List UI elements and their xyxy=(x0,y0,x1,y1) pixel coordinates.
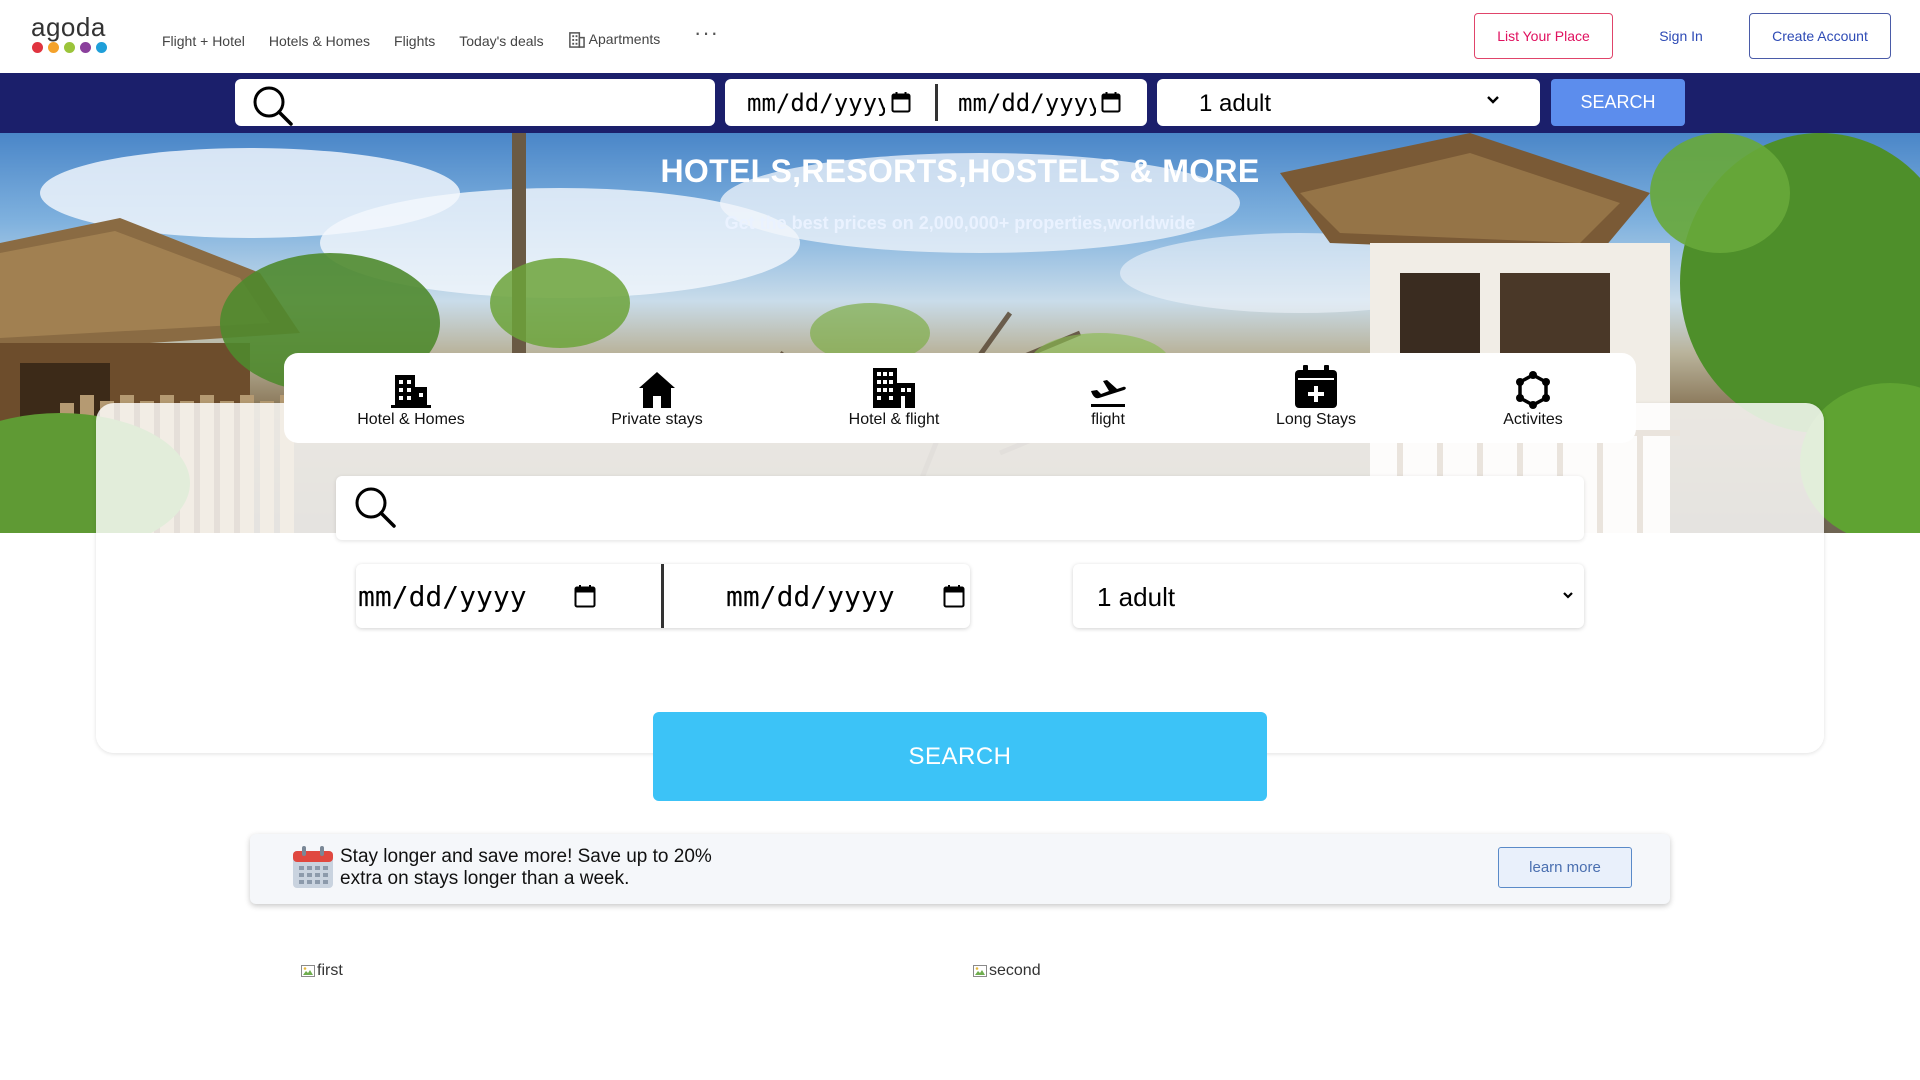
top-search-bar: mm/dd/yyyy mm/dd/yyyy 1 adult SEARCH xyxy=(0,73,1920,133)
chevron-down-icon xyxy=(1487,96,1499,104)
calendar-icon xyxy=(1101,92,1121,113)
nav-todays-deals[interactable]: Today's deals xyxy=(459,33,543,49)
search-icon xyxy=(355,487,396,528)
agoda-logo[interactable]: agoda xyxy=(31,14,111,58)
date-divider xyxy=(935,84,938,121)
tab-label: Long Stays xyxy=(1275,411,1357,428)
top-search-button[interactable]: SEARCH xyxy=(1551,79,1685,126)
logo-dots xyxy=(32,42,111,53)
tab-label: Private stays xyxy=(611,411,703,428)
broken-image-second: second xyxy=(972,962,1041,980)
top-checkout-input[interactable]: mm/dd/yyyy xyxy=(958,79,1096,126)
tab-flight[interactable]: flight xyxy=(1028,367,1188,429)
nav-hotels-homes[interactable]: Hotels & Homes xyxy=(269,33,370,49)
long-stay-promo: Stay longer and save more! Save up to 20… xyxy=(250,834,1670,904)
top-checkin-input[interactable]: mm/dd/yyyy xyxy=(747,79,885,126)
house-icon xyxy=(639,372,675,408)
guests-value: 1 adult xyxy=(1097,582,1176,612)
category-tabs: Hotel & Homes Private stays Hotel & flig… xyxy=(284,353,1636,443)
calendar-icon xyxy=(293,846,333,888)
search-button[interactable]: SEARCH xyxy=(653,712,1267,801)
tab-label: Hotel & flight xyxy=(848,411,940,428)
nav-flights[interactable]: Flights xyxy=(394,33,435,49)
broken-image-icon xyxy=(301,965,315,977)
plane-icon xyxy=(1091,380,1126,407)
nav-apartments[interactable]: Apartments xyxy=(568,29,661,48)
date-range-picker: mm/dd/yyyy mm/dd/yyyy xyxy=(356,564,970,628)
destination-search-input[interactable] xyxy=(336,476,1584,540)
list-your-place-button[interactable]: List Your Place xyxy=(1474,13,1613,59)
city-icon xyxy=(873,368,915,408)
broken-image-icon xyxy=(973,965,987,977)
tab-label: flight xyxy=(1091,411,1125,428)
nav-flight-hotel[interactable]: Flight + Hotel xyxy=(162,33,245,49)
top-destination-input[interactable] xyxy=(235,79,715,126)
tab-hotel-flight[interactable]: Hotel & flight xyxy=(814,367,974,429)
checkout-date-input[interactable]: mm/dd/yyyy xyxy=(726,564,895,628)
sign-in-button[interactable]: Sign In xyxy=(1636,13,1726,59)
logo-text: agoda xyxy=(31,12,106,42)
broken-image-first: first xyxy=(300,962,343,980)
guests-select[interactable]: 1 adult xyxy=(1073,564,1584,628)
checkin-date-input[interactable]: mm/dd/yyyy xyxy=(358,564,527,628)
top-date-range: mm/dd/yyyy mm/dd/yyyy xyxy=(725,79,1147,126)
tab-label: Hotel & Homes xyxy=(357,411,465,428)
logo-dot xyxy=(80,42,91,53)
calendar-icon[interactable] xyxy=(943,584,965,608)
create-account-button[interactable]: Create Account xyxy=(1749,13,1891,59)
image-alt-text: first xyxy=(317,962,343,979)
hero-title: HOTELS,RESORTS,HOSTELS & MORE xyxy=(660,153,1260,189)
tab-activities[interactable]: Activites xyxy=(1453,367,1613,429)
nav-links: Flight + Hotel Hotels & Homes Flights To… xyxy=(162,31,684,50)
calendar-icon[interactable] xyxy=(574,584,596,608)
top-navigation: agoda Flight + Hotel Hotels & Homes Flig… xyxy=(0,0,1920,73)
calendar-icon xyxy=(891,92,911,113)
calendar-plus-icon xyxy=(1295,365,1337,408)
logo-dot xyxy=(32,42,43,53)
promo-text: Stay longer and save more! Save up to 20… xyxy=(340,846,712,889)
tab-label: Activites xyxy=(1503,411,1563,428)
more-menu-icon[interactable]: ··· xyxy=(694,22,719,44)
top-guests-value: 1 adult xyxy=(1199,90,1272,117)
tab-hotel-homes[interactable]: Hotel & Homes xyxy=(331,367,491,429)
hero-subtitle: Get the best prices on 2,000,000+ proper… xyxy=(724,213,1196,233)
apartment-building-icon xyxy=(568,32,585,48)
top-guests-select[interactable]: 1 adult xyxy=(1157,79,1540,126)
logo-dot xyxy=(96,42,107,53)
nav-apartments-label: Apartments xyxy=(588,30,661,47)
building-icon xyxy=(391,375,431,408)
activities-icon xyxy=(1516,371,1550,409)
search-icon xyxy=(253,86,293,126)
learn-more-button[interactable]: learn more xyxy=(1498,847,1632,888)
image-alt-text: second xyxy=(989,962,1041,979)
chevron-down-icon xyxy=(1563,592,1573,599)
logo-dot xyxy=(64,42,75,53)
tab-long-stays[interactable]: Long Stays xyxy=(1236,365,1396,429)
tab-private-stays[interactable]: Private stays xyxy=(577,367,737,429)
logo-dot xyxy=(48,42,59,53)
date-divider xyxy=(661,564,664,628)
